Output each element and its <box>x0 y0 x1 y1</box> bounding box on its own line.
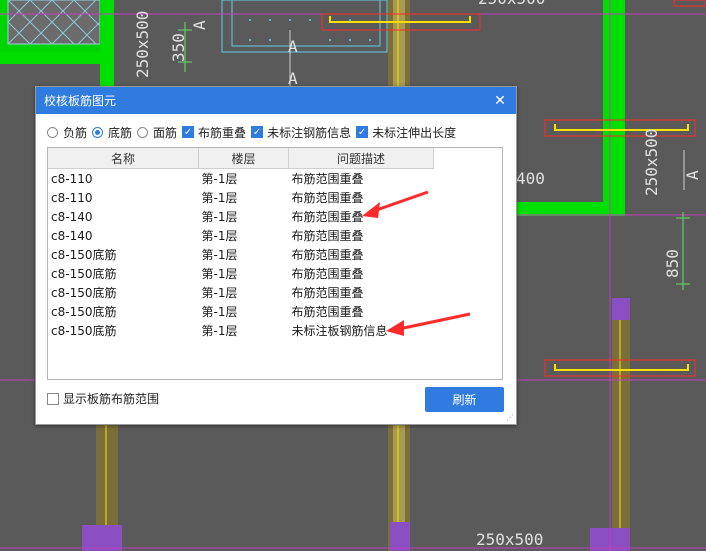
hatched-region <box>0 0 112 60</box>
column-header-name[interactable]: 名称 <box>48 148 199 169</box>
row-issue-cell: 未标注板钢筋信息 <box>291 324 388 338</box>
table-row[interactable]: c8-140 第-1层 布筋范围重叠 <box>48 207 434 226</box>
radio-icon[interactable] <box>47 126 58 138</box>
check-overlap[interactable]: ✓ 布筋重叠 <box>182 124 246 141</box>
row-name-cell: c8-150底筋 <box>51 305 117 319</box>
show-range-option[interactable]: 显示板筋布筋范围 <box>47 390 159 407</box>
row-issue-cell: 布筋范围重叠 <box>291 210 364 224</box>
row-name-cell: c8-150底筋 <box>51 267 117 281</box>
row-floor-cell: 第-1层 <box>201 191 238 205</box>
row-floor-cell: 第-1层 <box>201 210 238 224</box>
row-issue-cell: 布筋范围重叠 <box>291 267 364 281</box>
close-icon[interactable]: ✕ <box>492 93 508 109</box>
row-name-cell: c8-140 <box>51 228 93 243</box>
row-name-cell: c8-150底筋 <box>51 248 117 262</box>
column-header-issue[interactable]: 问题描述 <box>288 148 434 169</box>
cad-dim-850: 850 <box>663 249 682 278</box>
row-issue-cell: 布筋范围重叠 <box>291 248 364 262</box>
radio-bottom-label: 底筋 <box>108 125 133 140</box>
checkbox-checked-icon[interactable]: ✓ <box>356 126 369 138</box>
cad-dim-350: 350 <box>169 33 188 62</box>
dialog-title: 校核板筋图元 <box>44 94 117 108</box>
radio-face-rebar[interactable]: 面筋 <box>137 124 177 141</box>
resize-grip-icon[interactable]: ⋰ <box>506 414 514 422</box>
check-unmarked-info[interactable]: ✓ 未标注钢筋信息 <box>251 124 351 141</box>
table-header-row: 名称 楼层 问题描述 <box>48 148 434 169</box>
check-unmarked-length[interactable]: ✓ 未标注伸出长度 <box>356 124 456 141</box>
cad-dim-400: 400 <box>516 169 545 188</box>
dialog-titlebar[interactable]: 校核板筋图元 ✕ <box>36 87 516 114</box>
check-slab-rebar-dialog: 校核板筋图元 ✕ 负筋 底筋 面筋 ✓ 布筋重叠 ✓ 未标注钢筋信息 ✓ 未标注… <box>35 86 517 425</box>
cad-dim-bottom: 250x500 <box>476 530 543 549</box>
radio-selected-icon[interactable] <box>92 126 104 138</box>
column-header-floor[interactable]: 楼层 <box>198 148 289 169</box>
radio-bottom-rebar[interactable]: 底筋 <box>92 124 132 141</box>
cad-dim-right: 250x500 <box>642 129 661 196</box>
check-unmarked-info-label: 未标注钢筋信息 <box>267 125 352 140</box>
results-table-container[interactable]: 名称 楼层 问题描述 c8-110 第-1层 布筋范围重叠 c8-110 第-1层 布筋范… <box>47 147 503 380</box>
row-floor-cell: 第-1层 <box>201 172 238 186</box>
radio-face-label: 面筋 <box>153 125 178 140</box>
row-name-cell: c8-150底筋 <box>51 286 117 300</box>
cad-axis-a-2: A <box>288 37 298 56</box>
show-range-label: 显示板筋布筋范围 <box>63 392 160 406</box>
row-name-cell: c8-150底筋 <box>51 324 117 338</box>
row-floor-cell: 第-1层 <box>201 229 238 243</box>
row-name-cell: c8-140 <box>51 209 93 224</box>
cad-axis-a-1: A <box>190 20 209 30</box>
table-row[interactable]: c8-110 第-1层 布筋范围重叠 <box>48 169 434 189</box>
results-table: 名称 楼层 问题描述 c8-110 第-1层 布筋范围重叠 c8-110 第-1层 布筋范… <box>48 148 434 340</box>
checkbox-checked-icon[interactable]: ✓ <box>251 126 264 138</box>
check-overlap-label: 布筋重叠 <box>198 125 247 140</box>
row-issue-cell: 布筋范围重叠 <box>291 191 364 205</box>
row-issue-cell: 布筋范围重叠 <box>291 229 364 243</box>
row-floor-cell: 第-1层 <box>201 267 238 281</box>
table-row[interactable]: c8-150底筋 第-1层 布筋范围重叠 <box>48 245 434 264</box>
table-row[interactable]: c8-140 第-1层 布筋范围重叠 <box>48 226 434 245</box>
table-row[interactable]: c8-150底筋 第-1层 布筋范围重叠 <box>48 302 434 321</box>
cad-dim-top: 250x500 <box>478 0 545 8</box>
table-row[interactable]: c8-150底筋 第-1层 布筋范围重叠 <box>48 264 434 283</box>
row-name-cell: c8-110 <box>51 190 93 205</box>
refresh-button[interactable]: 刷新 <box>425 387 504 412</box>
radio-negative-rebar[interactable]: 负筋 <box>47 124 87 141</box>
table-row[interactable]: c8-110 第-1层 布筋范围重叠 <box>48 188 434 207</box>
cad-axis-a-4: A <box>683 170 702 180</box>
row-floor-cell: 第-1层 <box>201 305 238 319</box>
row-issue-cell: 布筋范围重叠 <box>291 172 364 186</box>
table-row[interactable]: c8-150底筋 第-1层 未标注板钢筋信息 <box>48 321 434 340</box>
filter-options: 负筋 底筋 面筋 ✓ 布筋重叠 ✓ 未标注钢筋信息 ✓ 未标注伸出长度 <box>47 121 516 143</box>
row-name-cell: c8-110 <box>51 171 93 186</box>
checkbox-icon[interactable] <box>47 392 59 405</box>
row-floor-cell: 第-1层 <box>201 286 238 300</box>
radio-negative-label: 负筋 <box>63 125 88 140</box>
radio-icon[interactable] <box>137 126 149 138</box>
table-row[interactable]: c8-150底筋 第-1层 布筋范围重叠 <box>48 283 434 302</box>
check-unmarked-length-label: 未标注伸出长度 <box>372 125 457 140</box>
cad-dim-left: 250x500 <box>133 11 152 78</box>
row-issue-cell: 布筋范围重叠 <box>291 305 364 319</box>
checkbox-checked-icon[interactable]: ✓ <box>182 126 195 138</box>
row-floor-cell: 第-1层 <box>201 248 238 262</box>
row-floor-cell: 第-1层 <box>201 324 238 338</box>
row-issue-cell: 布筋范围重叠 <box>291 286 364 300</box>
